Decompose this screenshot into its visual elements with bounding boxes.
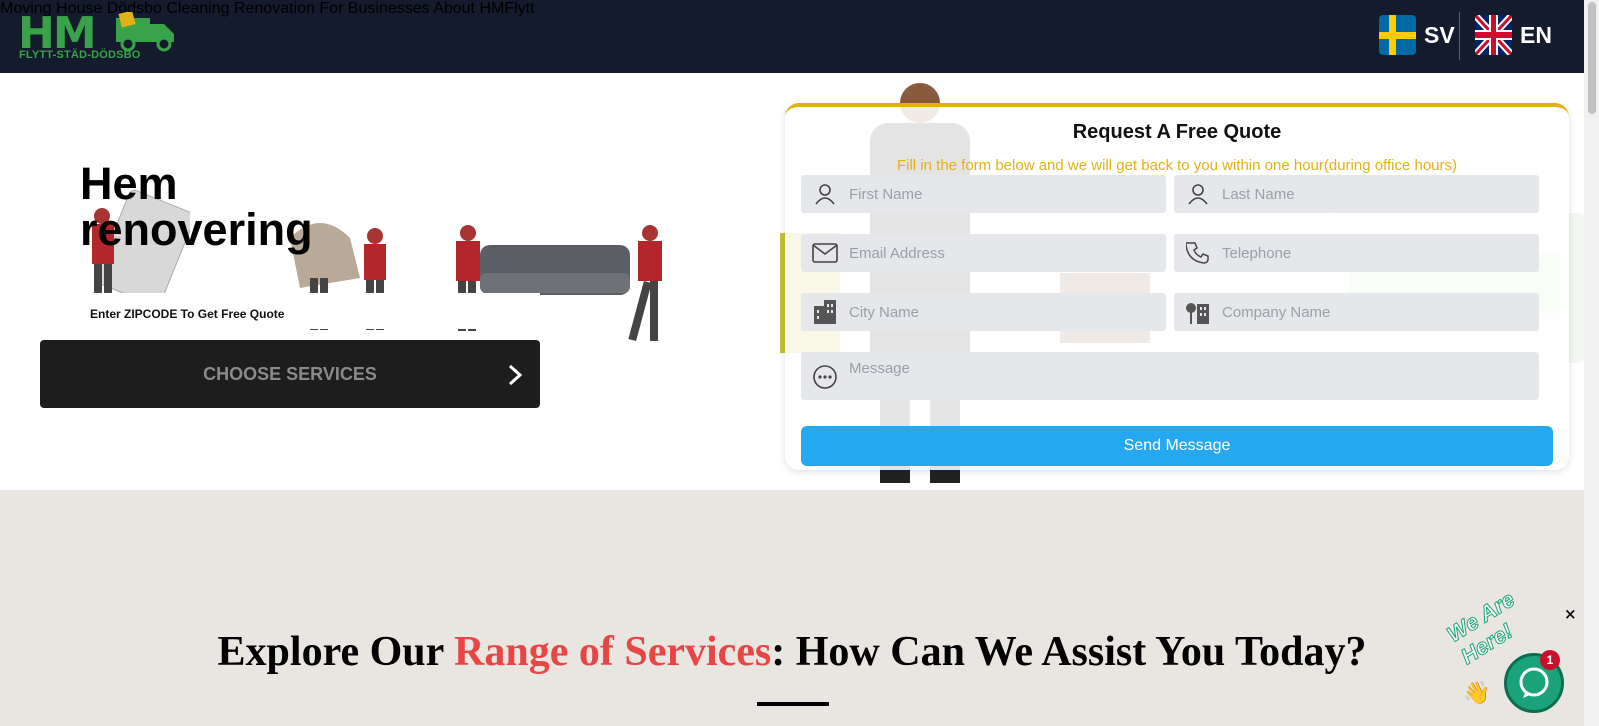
heading-underline xyxy=(757,702,829,706)
last-name-placeholder: Last Name xyxy=(1222,185,1295,203)
first-name-field[interactable]: First Name xyxy=(801,175,1166,213)
quote-form-subtitle: Fill in the form below and we will get b… xyxy=(896,157,1457,174)
quote-form: Request A Free Quote Fill in the form be… xyxy=(785,103,1569,470)
company-building-icon xyxy=(1174,300,1222,324)
send-message-button[interactable]: Send Message xyxy=(801,426,1553,466)
hero-title-line2: renovering xyxy=(80,204,313,255)
services-section: Explore Our Range of Services: How Can W… xyxy=(0,490,1584,726)
nav-renovation[interactable]: Renovation xyxy=(234,0,315,17)
telephone-field[interactable]: Telephone xyxy=(1174,234,1539,272)
user-icon xyxy=(801,183,849,205)
city-placeholder: City Name xyxy=(849,303,920,321)
last-name-field[interactable]: Last Name xyxy=(1174,175,1539,213)
hmflytt-logo[interactable]: HM FLYTT-STÄD-DÖDSBO xyxy=(18,8,183,62)
envelope-icon xyxy=(801,243,849,263)
uk-flag-icon xyxy=(1475,15,1512,55)
truck-icon xyxy=(116,12,174,52)
message-placeholder: Message xyxy=(849,360,910,377)
lang-en-label: EN xyxy=(1520,21,1552,48)
user-icon xyxy=(1174,183,1222,205)
company-field[interactable]: Company Name xyxy=(1174,293,1539,331)
city-field[interactable]: City Name xyxy=(801,293,1166,331)
chat-dots-icon xyxy=(801,360,849,390)
services-heading-post: : How Can We Assist You Today? xyxy=(771,629,1367,675)
telephone-placeholder: Telephone xyxy=(1222,244,1292,262)
chat-bubble-icon xyxy=(1519,667,1549,698)
lang-sv-label: SV xyxy=(1424,21,1455,48)
phone-icon xyxy=(1174,241,1222,265)
email-field[interactable]: Email Address xyxy=(801,234,1166,272)
city-buildings-icon xyxy=(801,300,849,324)
nav-for-businesses[interactable]: For Businesses xyxy=(319,0,429,17)
hero-title-line1: Hem xyxy=(80,158,178,209)
company-placeholder: Company Name xyxy=(1222,303,1331,321)
chat-notification-badge: 1 xyxy=(1540,650,1560,670)
page-scrollbar[interactable] xyxy=(1584,0,1599,726)
services-heading: Explore Our Range of Services: How Can W… xyxy=(0,628,1584,676)
scrollbar-thumb[interactable] xyxy=(1588,2,1596,114)
logo-tagline: FLYTT-STÄD-DÖDSBO xyxy=(19,49,141,61)
hero-section: Hem renovering Enter ZIPCODE To Get Free… xyxy=(0,73,1584,490)
choose-services-button[interactable]: CHOOSE SERVICES xyxy=(40,340,540,408)
choose-services-label: CHOOSE SERVICES xyxy=(203,363,377,384)
first-name-placeholder: First Name xyxy=(849,185,923,203)
waving-hand-icon: 👋 xyxy=(1463,680,1491,705)
sweden-flag-icon xyxy=(1379,15,1416,55)
email-placeholder: Email Address xyxy=(849,244,945,262)
chevron-right-icon xyxy=(508,364,522,386)
main-nav: Moving House Dödsbo Cleaning Renovation … xyxy=(0,0,1584,18)
lang-sv[interactable]: SV xyxy=(1379,15,1455,55)
message-field[interactable]: Message xyxy=(801,352,1539,400)
lang-en[interactable]: EN xyxy=(1475,15,1552,55)
lang-divider xyxy=(1459,12,1460,60)
zipcode-placeholder: Enter ZIPCODE To Get Free Quote xyxy=(90,307,285,321)
site-header: HM FLYTT-STÄD-DÖDSBO Moving House Dödsbo… xyxy=(0,0,1584,73)
quote-form-title: Request A Free Quote xyxy=(1072,121,1282,143)
services-heading-highlight: Range of Services xyxy=(454,629,772,675)
hero-title: Hem renovering xyxy=(80,161,410,253)
nav-about-hmflytt[interactable]: About HMFlytt xyxy=(433,0,534,17)
services-heading-pre: Explore Our xyxy=(217,629,455,675)
